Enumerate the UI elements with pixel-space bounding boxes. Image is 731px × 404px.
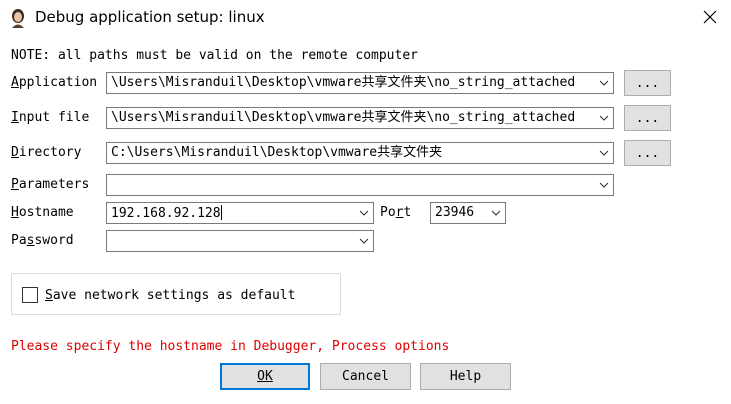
- directory-combo[interactable]: C:\Users\Misranduil\Desktop\vmware共享文件夹: [106, 142, 614, 164]
- close-button[interactable]: [695, 4, 725, 30]
- chevron-down-icon[interactable]: [599, 181, 609, 189]
- text-caret: [220, 205, 222, 220]
- input-file-value: \Users\Misranduil\Desktop\vmware共享文件夹\no…: [111, 110, 576, 125]
- parameters-combo[interactable]: [106, 174, 614, 196]
- password-label: Password: [11, 233, 74, 248]
- save-default-label[interactable]: Save network settings as default: [45, 288, 295, 304]
- application-value: \Users\Misranduil\Desktop\vmware共享文件夹\no…: [111, 75, 576, 90]
- help-button[interactable]: Help: [420, 363, 511, 390]
- port-label: Port: [380, 205, 412, 220]
- ok-button[interactable]: OK: [220, 363, 310, 390]
- chevron-down-icon[interactable]: [599, 149, 609, 157]
- port-value: 23946: [435, 205, 475, 220]
- chevron-down-icon[interactable]: [599, 79, 609, 87]
- cancel-button-label: Cancel: [342, 369, 389, 384]
- hostname-label: Hostname: [11, 205, 74, 220]
- directory-value: C:\Users\Misranduil\Desktop\vmware共享文件夹: [111, 145, 443, 160]
- help-button-label: Help: [449, 369, 482, 384]
- chevron-down-icon[interactable]: [491, 209, 501, 217]
- chevron-down-icon[interactable]: [599, 114, 609, 122]
- app-icon: [12, 9, 24, 28]
- error-message: Please specify the hostname in Debugger,…: [11, 339, 450, 354]
- input-file-browse-button[interactable]: ...: [624, 105, 671, 131]
- application-label: Application: [11, 75, 98, 90]
- port-combo[interactable]: 23946: [430, 202, 506, 224]
- chevron-down-icon[interactable]: [359, 237, 369, 245]
- save-default-checkbox[interactable]: [22, 287, 38, 303]
- application-browse-button[interactable]: ...: [624, 70, 671, 96]
- password-combo[interactable]: [106, 230, 374, 252]
- directory-browse-button[interactable]: ...: [624, 140, 671, 166]
- application-combo[interactable]: \Users\Misranduil\Desktop\vmware共享文件夹\no…: [106, 72, 614, 94]
- window-title: Debug application setup: linux: [35, 8, 265, 26]
- hostname-combo[interactable]: 192.168.92.128: [106, 202, 374, 224]
- note-text: NOTE: all paths must be valid on the rem…: [11, 48, 418, 63]
- close-icon: [703, 10, 717, 24]
- ok-button-label: OK: [257, 369, 273, 384]
- parameters-label: Parameters: [11, 177, 90, 192]
- chevron-down-icon[interactable]: [359, 209, 369, 217]
- cancel-button[interactable]: Cancel: [320, 363, 411, 390]
- directory-label: Directory: [11, 145, 82, 160]
- input-file-combo[interactable]: \Users\Misranduil\Desktop\vmware共享文件夹\no…: [106, 107, 614, 129]
- input-file-label: Input file: [11, 110, 90, 125]
- title-bar: Debug application setup: linux: [0, 0, 731, 36]
- hostname-value: 192.168.92.128: [111, 206, 221, 221]
